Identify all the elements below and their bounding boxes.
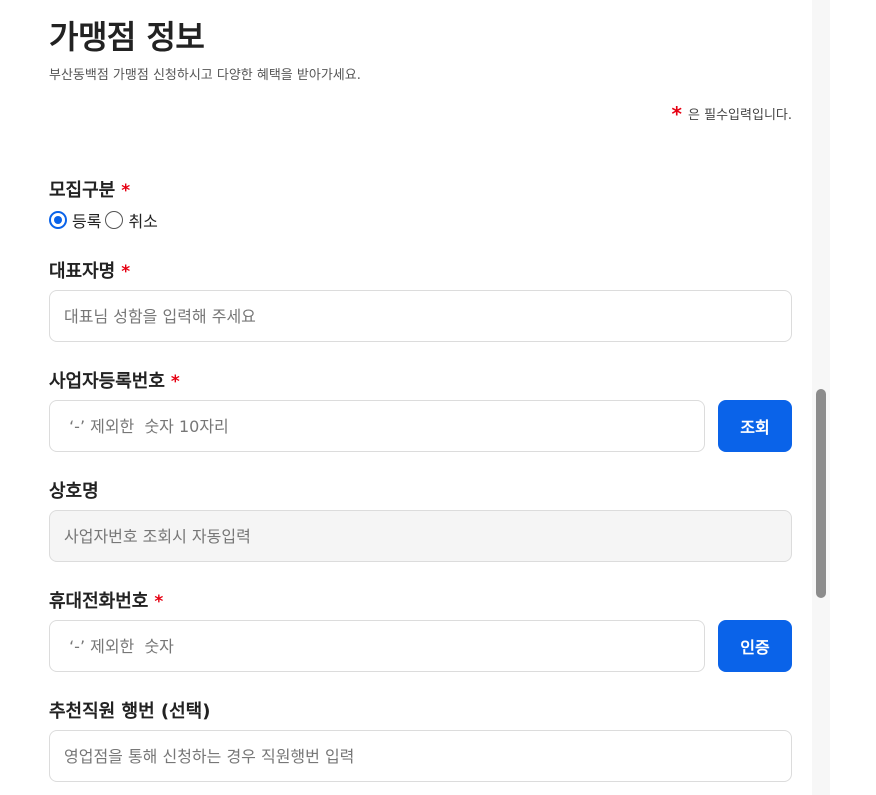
business-number-input[interactable]: [49, 400, 705, 452]
required-mark: *: [121, 181, 131, 201]
company-name-label-text: 상호명: [49, 481, 99, 502]
company-name-label: 상호명: [49, 477, 99, 503]
radio-cancel[interactable]: [105, 211, 124, 229]
required-note: * 은 필수입력입니다.: [671, 100, 792, 126]
business-number-lookup-button[interactable]: 조회: [718, 400, 792, 452]
required-mark: *: [121, 262, 131, 282]
radio-register[interactable]: [49, 211, 67, 229]
page: 가맹점 정보 부산동백점 가맹점 신청하시고 다양한 혜택을 받아가세요. * …: [0, 0, 876, 795]
mobile-label: 휴대전화번호 *: [49, 587, 163, 613]
referrer-input[interactable]: [49, 730, 792, 782]
mobile-input[interactable]: [49, 620, 705, 672]
mobile-label-text: 휴대전화번호: [49, 591, 149, 612]
required-star-icon: *: [671, 102, 682, 126]
radio-cancel-label: 취소: [128, 212, 158, 231]
referrer-label-text: 추천직원 행번 (선택): [49, 701, 211, 722]
recruit-type-radio-group: 등록 취소: [49, 208, 162, 232]
mobile-verify-button[interactable]: 인증: [718, 620, 792, 672]
business-number-label: 사업자등록번호 *: [49, 367, 180, 393]
representative-label: 대표자명 *: [49, 257, 130, 283]
recruit-type-label-text: 모집구분: [49, 180, 116, 201]
business-number-label-text: 사업자등록번호: [49, 371, 165, 392]
referrer-label: 추천직원 행번 (선택): [49, 697, 210, 723]
required-mark: *: [170, 372, 180, 392]
page-title: 가맹점 정보: [49, 18, 205, 56]
scrollbar-thumb[interactable]: [816, 389, 826, 598]
radio-register-label: 등록: [72, 212, 102, 231]
representative-label-text: 대표자명: [49, 261, 116, 282]
radio-option-cancel[interactable]: 취소: [105, 208, 159, 232]
page-subtitle: 부산동백점 가맹점 신청하시고 다양한 혜택을 받아가세요.: [49, 68, 361, 83]
radio-option-register[interactable]: 등록: [49, 208, 103, 232]
required-note-text: 은 필수입력입니다.: [688, 108, 792, 123]
recruit-type-label: 모집구분 *: [49, 176, 130, 202]
company-name-input: [49, 510, 792, 562]
required-mark: *: [154, 592, 164, 612]
representative-input[interactable]: [49, 290, 792, 342]
